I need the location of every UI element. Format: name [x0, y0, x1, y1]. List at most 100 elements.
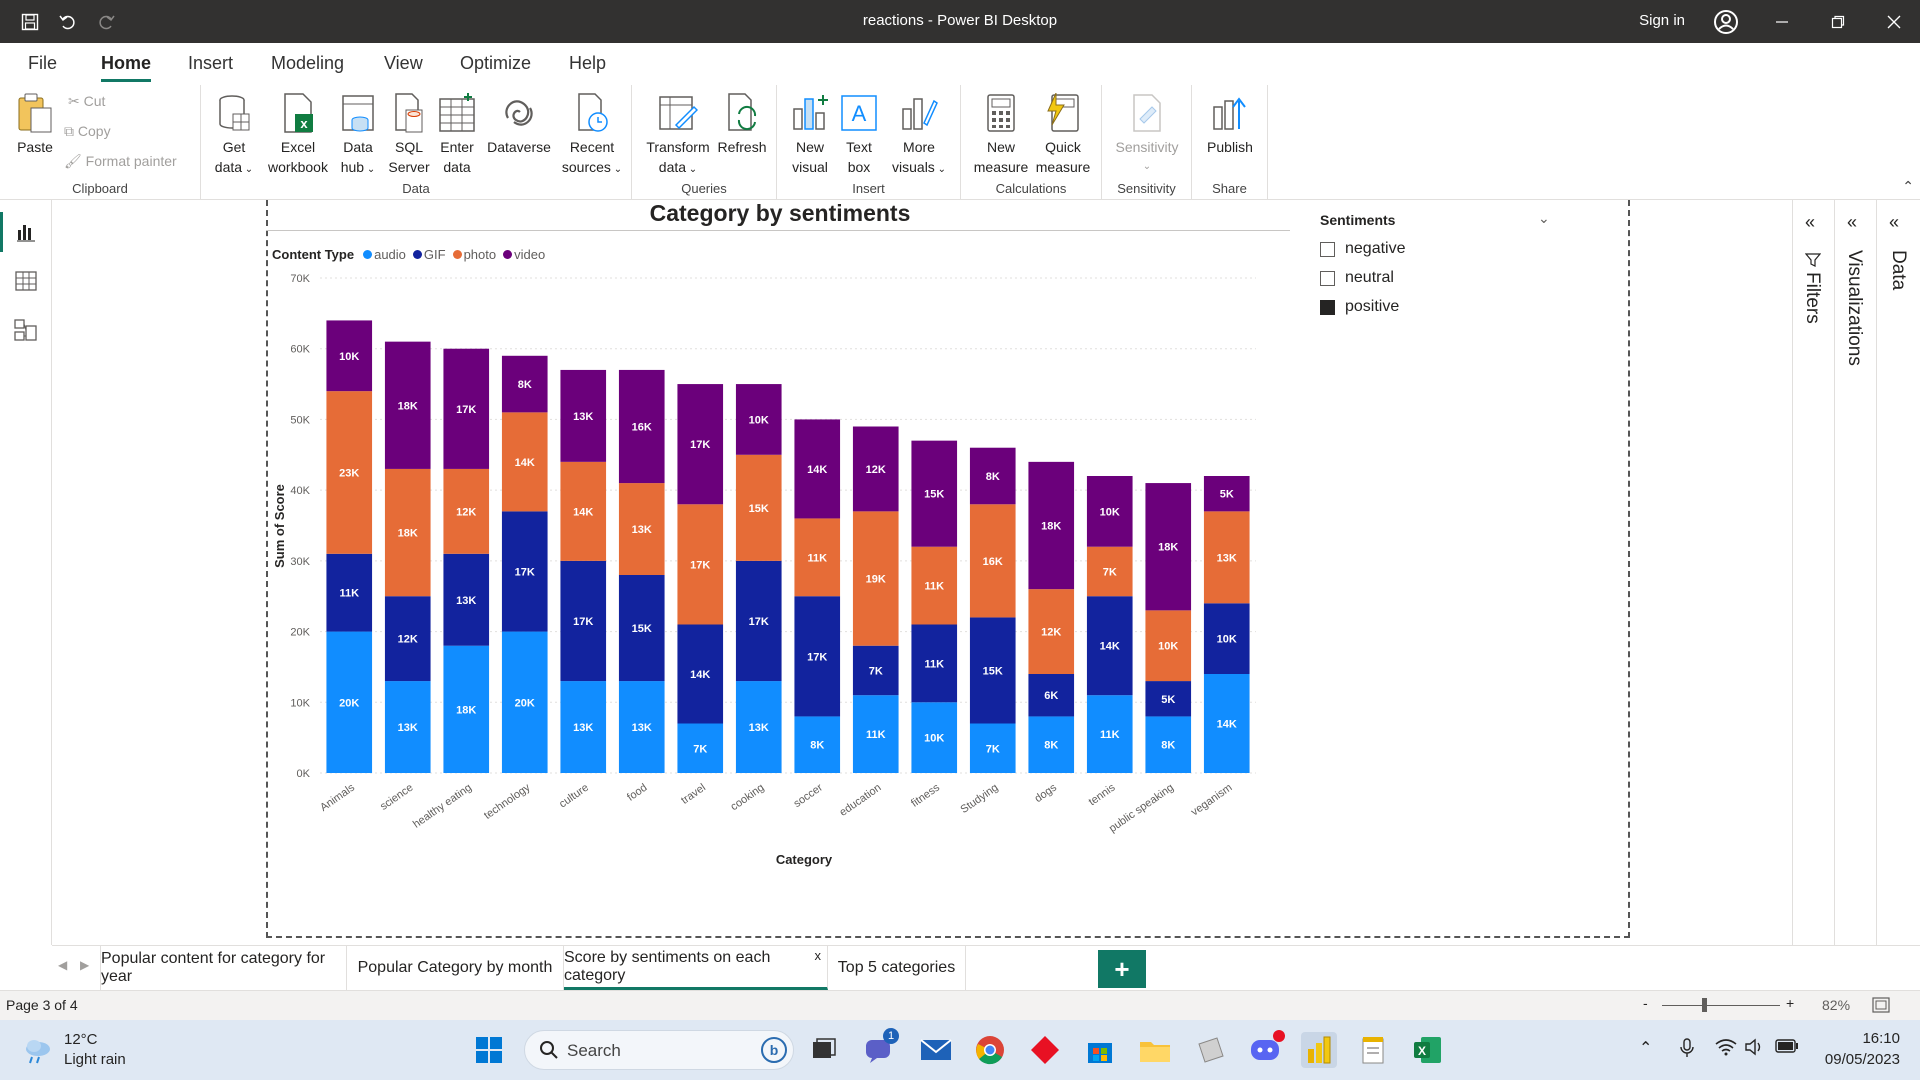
sign-in-link[interactable]: Sign in	[1639, 12, 1685, 29]
taskbar-search-box[interactable]: Search b	[524, 1030, 794, 1070]
more-visuals-button[interactable]: More visuals ⌄	[885, 91, 953, 180]
notepad-icon[interactable]	[1355, 1032, 1391, 1068]
new-visual-button[interactable]: New visual	[787, 91, 833, 177]
file-explorer-icon[interactable]	[1137, 1032, 1173, 1068]
legend-item-audio[interactable]: audio	[363, 247, 406, 262]
menu-modeling[interactable]: Modeling	[271, 53, 344, 74]
chrome-icon[interactable]	[972, 1032, 1008, 1068]
zoom-slider[interactable]	[1662, 1005, 1780, 1006]
app-icon[interactable]	[1192, 1032, 1228, 1068]
zoom-in-button[interactable]: +	[1786, 995, 1794, 1011]
checkbox[interactable]	[1320, 241, 1335, 257]
legend-item-gif[interactable]: GIF	[412, 247, 446, 262]
prev-page-icon[interactable]: ◀	[58, 958, 67, 972]
speaker-icon[interactable]	[1744, 1038, 1764, 1061]
quick-measure-label-2: measure	[1035, 159, 1091, 175]
refresh-button[interactable]: Refresh	[712, 91, 772, 157]
page-tab[interactable]: Popular Category by month	[347, 946, 564, 990]
weather-temp[interactable]: 12°C	[64, 1031, 98, 1048]
excel-taskbar-icon[interactable]: X	[1410, 1032, 1446, 1068]
slicer-item-positive[interactable]: positive	[1320, 298, 1399, 316]
quick-measure-button[interactable]: Quick measure	[1031, 91, 1095, 177]
minimize-button[interactable]	[1767, 8, 1797, 36]
menu-insert[interactable]: Insert	[188, 53, 233, 74]
power-bi-icon[interactable]	[1301, 1032, 1337, 1068]
legend-item-video[interactable]: video	[503, 247, 545, 262]
chat-icon[interactable]: 1	[861, 1028, 899, 1068]
chevron-up-icon[interactable]: ⌃	[1639, 1038, 1652, 1058]
chart-legend[interactable]: Content Type audio GIF photo video	[272, 247, 549, 262]
visualizations-pane[interactable]: « Visualizations	[1834, 200, 1876, 945]
recent-sources-button[interactable]: Recent sources ⌄	[559, 91, 625, 180]
sentiments-slicer[interactable]: Sentiments ⌄ negative neutral positive	[1320, 210, 1555, 315]
store-icon[interactable]	[1082, 1032, 1118, 1068]
next-page-icon[interactable]: ▶	[80, 958, 89, 972]
table-view-icon[interactable]	[12, 267, 40, 295]
collapse-ribbon-icon[interactable]: ⌃	[1902, 178, 1914, 195]
stacked-bar-chart[interactable]: Sum of Score Category 0K 10K 20K 30K 40K 50K 6…	[266, 266, 1266, 867]
fit-to-page-icon[interactable]	[1872, 997, 1890, 1016]
start-icon[interactable]	[471, 1032, 507, 1068]
filters-pane[interactable]: « Filters	[1792, 200, 1834, 945]
get-data-button[interactable]: Get data ⌄	[211, 91, 257, 180]
chevron-down-icon[interactable]: ⌄	[1538, 210, 1550, 227]
calculations-group-label: Calculations	[995, 181, 1067, 196]
dataverse-button[interactable]: Dataverse	[481, 91, 557, 157]
data-pane[interactable]: « Data	[1876, 200, 1920, 945]
bing-icon[interactable]: b	[761, 1037, 787, 1063]
menu-view[interactable]: View	[384, 53, 423, 74]
format-painter-button[interactable]: 🖌 Format painter	[64, 153, 177, 170]
new-measure-button[interactable]: New measure	[971, 91, 1031, 177]
zoom-out-button[interactable]: -	[1643, 995, 1648, 1011]
weather-icon[interactable]	[20, 1032, 56, 1068]
account-icon[interactable]	[1712, 8, 1740, 36]
sql-server-button[interactable]: SQL Server	[386, 91, 432, 177]
model-view-icon[interactable]	[12, 316, 40, 344]
publish-button[interactable]: Publish	[1200, 91, 1260, 157]
checkbox[interactable]	[1320, 270, 1335, 286]
cut-button[interactable]: ✂ Cut	[68, 93, 105, 110]
excel-workbook-button[interactable]: x Excel workbook	[263, 91, 333, 177]
menu-file[interactable]: File	[28, 53, 57, 74]
zoom-slider-thumb[interactable]	[1702, 998, 1707, 1012]
discord-icon[interactable]	[1247, 1030, 1285, 1068]
data-label: 13K	[749, 722, 769, 734]
legend-item-photo[interactable]: photo	[452, 247, 496, 262]
copy-button[interactable]: ⧉ Copy	[64, 123, 111, 140]
enter-data-button[interactable]: Enter data	[433, 91, 481, 177]
expand-filters-icon[interactable]: «	[1805, 212, 1815, 233]
checkbox[interactable]	[1320, 299, 1335, 315]
page-tab[interactable]: Popular content for category for year	[101, 946, 347, 990]
mail-icon[interactable]	[918, 1032, 954, 1068]
sensitivity-button[interactable]: Sensitivity ⌄	[1106, 91, 1188, 177]
menu-home[interactable]: Home	[101, 53, 152, 82]
slicer-item-negative[interactable]: negative	[1320, 240, 1406, 258]
excel-label-1: Excel	[280, 139, 316, 155]
wifi-icon[interactable]	[1715, 1038, 1737, 1061]
page-tab[interactable]: Top 5 categories	[828, 946, 966, 990]
battery-icon[interactable]	[1775, 1039, 1799, 1058]
clock-time[interactable]: 16:10	[1818, 1030, 1900, 1047]
microphone-icon[interactable]	[1680, 1038, 1694, 1063]
report-view-icon[interactable]	[0, 212, 40, 252]
page-tab-active[interactable]: Score by sentiments on each category x	[564, 946, 828, 990]
clock-date[interactable]: 09/05/2023	[1808, 1051, 1900, 1068]
slicer-item-neutral[interactable]: neutral	[1320, 269, 1394, 287]
restore-button[interactable]	[1823, 8, 1853, 36]
text-box-button[interactable]: A Text box	[839, 91, 879, 177]
menu-help[interactable]: Help	[569, 53, 606, 74]
paste-button[interactable]: Paste	[12, 91, 58, 157]
close-tab-icon[interactable]: x	[815, 948, 822, 963]
data-hub-button[interactable]: Data hub ⌄	[333, 91, 383, 180]
data-label: 15K	[924, 489, 944, 501]
expand-visualizations-icon[interactable]: «	[1847, 212, 1857, 233]
close-icon[interactable]	[1879, 8, 1909, 36]
weather-desc[interactable]: Light rain	[64, 1051, 126, 1068]
task-view-icon[interactable]	[806, 1032, 842, 1068]
expand-data-icon[interactable]: «	[1889, 212, 1899, 233]
red-app-icon[interactable]	[1027, 1032, 1063, 1068]
data-label: 10K	[749, 414, 769, 426]
add-page-button[interactable]: +	[1098, 950, 1146, 988]
menu-optimize[interactable]: Optimize	[460, 53, 531, 74]
transform-data-button[interactable]: Transform data ⌄	[642, 91, 714, 180]
